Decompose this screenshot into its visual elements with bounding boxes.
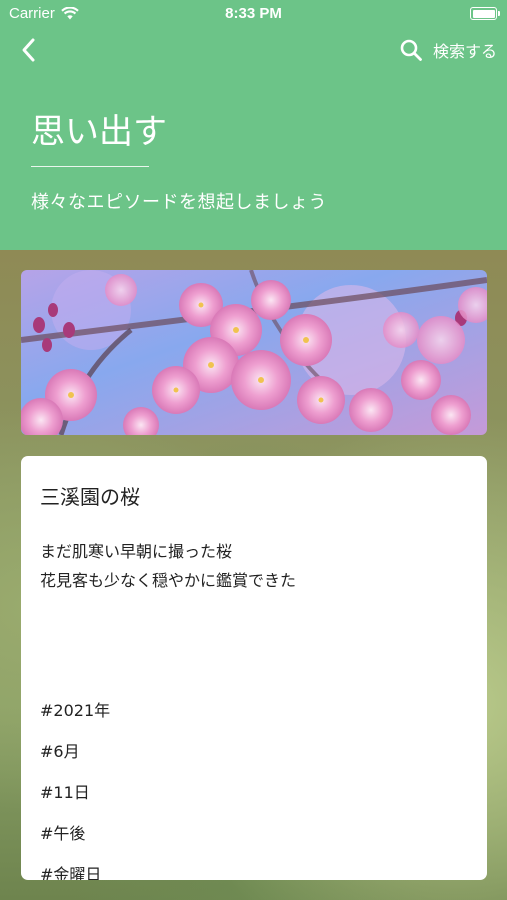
memory-card[interactable]: 三溪園の桜 まだ肌寒い早朝に撮った桜 花見客も少なく穏やかに鑑賞できた #202… (21, 456, 487, 880)
magnifier-icon (400, 39, 422, 61)
search-label: 検索する (432, 42, 497, 61)
tag-month[interactable]: #6月 (40, 737, 110, 778)
chevron-left-icon (22, 38, 35, 62)
memory-title: 三溪園の桜 (40, 485, 140, 509)
memory-body-line: まだ肌寒い早朝に撮った桜 (40, 542, 233, 561)
tag-weekday[interactable]: #金曜日 (40, 860, 110, 880)
page-subtitle: 様々なエピソードを想起しましょう (31, 192, 327, 213)
search-button[interactable]: 検索する (399, 36, 497, 64)
back-button[interactable] (14, 34, 46, 66)
tag-day[interactable]: #11日 (40, 778, 110, 819)
battery-icon (470, 7, 500, 20)
cherry-blossom-photo (21, 270, 487, 435)
page-title: 思い出す (31, 112, 167, 152)
status-time: 8:33 PM (225, 5, 282, 22)
status-bar: Carrier 8:33 PM (0, 0, 507, 28)
header: Carrier 8:33 PM 検索する 思い出す 様々なエピソードを想起しまし… (0, 0, 507, 250)
tag-list: #2021年 #6月 #11日 #午後 #金曜日 (40, 696, 110, 880)
title-divider (31, 166, 149, 167)
memory-body: まだ肌寒い早朝に撮った桜 花見客も少なく穏やかに鑑賞できた (40, 537, 296, 595)
tag-time-of-day[interactable]: #午後 (40, 819, 110, 860)
tag-year[interactable]: #2021年 (40, 696, 110, 737)
memory-body-line: 花見客も少なく穏やかに鑑賞できた (40, 571, 297, 590)
